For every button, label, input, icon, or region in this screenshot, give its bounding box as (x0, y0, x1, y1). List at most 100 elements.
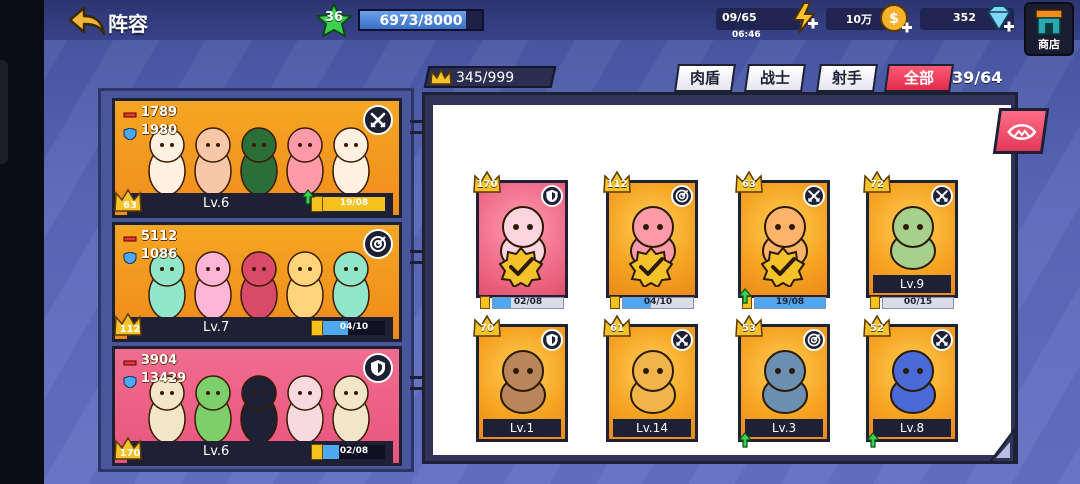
gem-add-icon[interactable] (982, 4, 1016, 34)
shop-label: 商店 (1038, 38, 1060, 51)
back-arrow-icon[interactable] (66, 4, 106, 36)
hero-level: Lv.3 (745, 419, 823, 437)
shop-button[interactable]: 商店 (1024, 2, 1074, 56)
hero-shard-text: 19/08 (775, 297, 805, 307)
team-level: Lv.7 (203, 320, 230, 335)
swords-icon (671, 329, 693, 351)
team-attack: 3904 (141, 353, 178, 368)
shield-icon (541, 185, 563, 207)
hero-count: 72 (870, 179, 884, 190)
gold-value: 10万 (845, 13, 872, 26)
roster-count: 39/64 (952, 68, 1003, 87)
stamina-add-icon[interactable] (790, 2, 820, 34)
team-hero-count: 63 (123, 200, 137, 211)
tab-tank-label: 肉盾 (689, 69, 720, 87)
crown-icon (430, 68, 452, 85)
team-attack: 5112 (141, 229, 178, 244)
shard-text: 04/10 (339, 322, 369, 332)
shield-icon (363, 353, 393, 383)
device-notch (0, 60, 8, 164)
shard-icon (870, 296, 880, 309)
page-title: 阵容 (108, 12, 148, 36)
hero-portrait (890, 350, 936, 414)
team-card[interactable]: 1789 1980 Lv.6 19/08 63 (112, 98, 402, 218)
tab-archer[interactable]: 射手 (816, 64, 878, 92)
hero-card[interactable]: Lv.14 (606, 324, 698, 442)
hero-card[interactable] (606, 180, 698, 298)
swords-icon (363, 105, 393, 135)
shard-text: 02/08 (339, 446, 369, 456)
exp-text: 6973/8000 (379, 13, 463, 29)
team-attack: 1789 (141, 105, 178, 120)
defense-icon (123, 252, 137, 264)
target-icon (363, 229, 393, 259)
hero-portrait (500, 350, 546, 414)
capacity-text: 345/999 (456, 70, 515, 86)
hero-shard-text: 02/08 (513, 297, 543, 307)
team-heroes-art (148, 251, 370, 320)
checkmark-icon (499, 247, 543, 287)
checkmark-icon (761, 247, 805, 287)
hero-card[interactable] (476, 180, 568, 298)
svg-text:$: $ (889, 11, 899, 27)
team-footer: Lv.7 04/10 (127, 317, 393, 339)
team-card[interactable]: 3904 13429 Lv.6 02/08 170 (112, 346, 402, 466)
hero-count: 70 (480, 323, 494, 334)
hero-shard-bar: 04/10 (622, 297, 694, 309)
hero-card[interactable]: Lv.1 (476, 324, 568, 442)
hero-level: Lv.1 (483, 419, 561, 437)
stamina-box: 09/65 (716, 8, 800, 30)
upgrade-arrow-icon (301, 189, 315, 205)
gem-value: 352 (953, 11, 976, 24)
hero-level: Lv.14 (613, 419, 691, 437)
hero-shard-text: 00/15 (903, 297, 933, 307)
tab-warrior[interactable]: 战士 (744, 64, 806, 92)
hero-shard-bar: 00/15 (882, 297, 954, 309)
hero-level: Lv.8 (873, 419, 951, 437)
hero-shard-bar: 19/08 (754, 297, 826, 309)
shard-bar: 04/10 (323, 321, 385, 335)
hero-card[interactable] (738, 180, 830, 298)
hero-shard-bar: 02/08 (492, 297, 564, 309)
team-defense: 1086 (141, 247, 178, 262)
swords-icon (803, 185, 825, 207)
hero-count: 61 (610, 323, 624, 334)
shop-icon (1035, 9, 1063, 35)
hero-count: 170 (476, 179, 498, 190)
shield-icon (541, 329, 563, 351)
tab-tank[interactable]: 肉盾 (674, 64, 736, 92)
shard-icon (480, 296, 490, 309)
target-icon (671, 185, 693, 207)
gold-add-icon[interactable]: $ (878, 2, 914, 36)
hero-count: 52 (870, 323, 884, 334)
attack-icon (123, 112, 137, 118)
eye-icon (1007, 124, 1037, 140)
target-icon (803, 329, 825, 351)
hero-card[interactable]: Lv.3 (738, 324, 830, 442)
tab-all[interactable]: 全部 (884, 64, 954, 92)
upgrade-arrow-icon (738, 288, 752, 304)
tab-all-label: 全部 (903, 69, 934, 87)
team-hero-count: 112 (119, 324, 141, 335)
team-footer: Lv.6 02/08 (127, 441, 393, 463)
hero-count: 112 (606, 179, 628, 190)
shard-bar: 19/08 (323, 197, 385, 211)
hero-portrait (630, 350, 676, 414)
filter-button[interactable] (992, 108, 1050, 154)
player-level: 36 (324, 10, 344, 25)
team-card[interactable]: 5112 1086 Lv.7 04/10 112 (112, 222, 402, 342)
upgrade-arrow-icon (738, 432, 752, 448)
team-hero-count: 170 (119, 448, 141, 459)
hero-card[interactable]: Lv.9 (866, 180, 958, 298)
team-footer: Lv.6 19/08 (127, 193, 393, 215)
shard-text: 19/08 (339, 198, 369, 208)
hero-shard-text: 04/10 (643, 297, 673, 307)
exp-bar: 6973/8000 (358, 9, 484, 31)
team-level: Lv.6 (203, 196, 230, 211)
attack-icon (123, 360, 137, 366)
defense-icon (123, 128, 137, 140)
tab-warrior-label: 战士 (759, 69, 790, 87)
hero-card[interactable]: Lv.8 (866, 324, 958, 442)
scroll-corner-icon (988, 428, 1015, 463)
team-heroes-art (148, 127, 370, 196)
